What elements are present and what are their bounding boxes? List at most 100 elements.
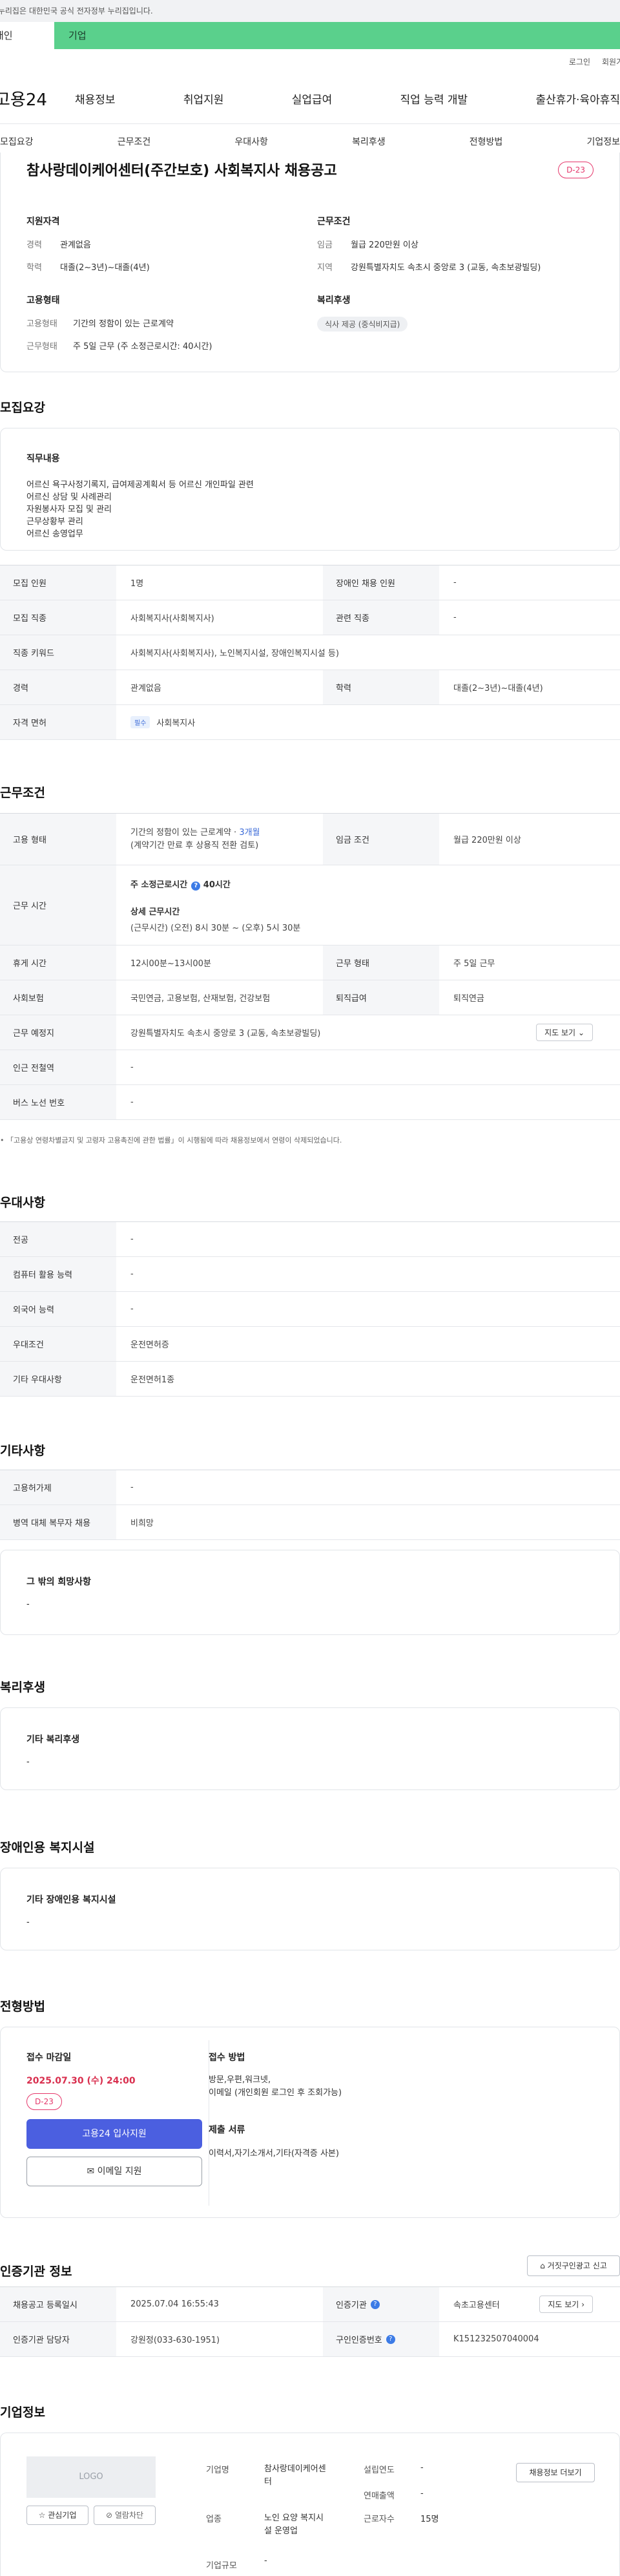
break-value: 12시00분~13시00분	[130, 959, 211, 969]
company-size-value: -	[264, 2556, 267, 2566]
age-law-note: • 「고용상 연령차별금지 및 고령자 고용촉진에 관한 법률」이 시행됨에 따…	[0, 1136, 342, 1145]
worktype-value: 주 5일 근무 (주 소정근로시간: 40시간)	[73, 342, 212, 352]
region-label: 지역	[317, 263, 333, 273]
help-icon[interactable]: ?	[191, 881, 201, 891]
menu-item-training[interactable]: 직업 능력 개발	[400, 90, 468, 107]
education-value: 대졸(2~3년)~대졸(4년)	[453, 684, 543, 693]
table-row: 사회보험 국민연금, 고용보험, 산재보험, 건강보험 퇴직급여 퇴직연금	[0, 980, 620, 1015]
join-link[interactable]: 회원가입	[602, 56, 620, 67]
worktype-value: 주 5일 근무	[453, 959, 495, 969]
tab-preference[interactable]: 우대사항	[234, 135, 268, 148]
welfare-box-value: -	[26, 1757, 30, 1767]
map-button[interactable]: 지도 보기 ⌄	[536, 1024, 593, 1041]
license-value: 사회복지사	[156, 719, 196, 728]
help-icon[interactable]: ?	[370, 2299, 380, 2309]
disabled-facility-section-title: 장애인용 복지시설	[0, 1841, 95, 1855]
preference-table: 전공 - 컴퓨터 활용 능력 - 외국어 능력 - 우대조건 운전면허증 기타 우대사항…	[0, 1221, 620, 1397]
emptype-label: 고용 형태	[0, 814, 116, 865]
career-label: 경력	[26, 240, 42, 250]
help-icon[interactable]: ?	[386, 2334, 395, 2344]
language-value: -	[130, 1304, 134, 1314]
related-label: 관련 직종	[323, 600, 439, 635]
conditions-heading: 근무조건	[317, 216, 351, 227]
apply-button[interactable]: 고용24 입사지원	[26, 2119, 202, 2149]
computer-value: -	[130, 1269, 134, 1279]
tab-selection[interactable]: 전형방법	[470, 135, 503, 148]
emptype-value: 기간의 정함이 있는 근로계약	[73, 319, 174, 329]
wage-value: 월급 220만원 이상	[351, 240, 418, 250]
cert-table: 채용공고 등록일시 2025.07.04 16:55:43 인증기관? 속초고용…	[0, 2286, 620, 2357]
company-size-label: 기업규모	[206, 2561, 237, 2571]
tab-individual[interactable]: 개인	[0, 22, 54, 49]
cert-org-cell: 속초고용센터 지도 보기 ›	[439, 2287, 620, 2321]
tab-recruit[interactable]: 모집요강	[0, 135, 34, 148]
table-row: 고용 형태 기간의 정함이 있는 근로계약 · 3개월 (계약기간 만료 후 상…	[0, 814, 620, 865]
license-label: 자격 면허	[0, 705, 116, 739]
founded-label: 설립연도	[364, 2465, 395, 2475]
license-cell: 필수 사회복지사	[116, 705, 620, 739]
cert-section-title: 인증기관 정보	[0, 2265, 72, 2279]
industry-value: 노인 요양 복지시 설 운영업	[264, 2513, 324, 2536]
site-logo[interactable]: 고용24	[0, 87, 66, 111]
block-view-button[interactable]: ⊘ 열람차단	[94, 2506, 156, 2525]
gov-notice-bar: 이 누리집은 대한민국 공식 전자정부 누리집입니다.	[0, 0, 620, 22]
map-button[interactable]: 지도 보기 ›	[539, 2296, 593, 2313]
home-icon: ⌂	[540, 2261, 545, 2270]
menu-item-jobs[interactable]: 채용정보	[75, 90, 116, 107]
email-apply-button[interactable]: ✉ 이메일 지원	[26, 2157, 202, 2186]
job-summary-card: 참사랑데이케어센터(주간보호) 사회복지사 채용공고 D-23 지원자격 경력 관…	[0, 153, 620, 372]
login-link[interactable]: 로그인	[569, 56, 590, 67]
pref-condition-value: 운전면허증	[130, 1340, 169, 1350]
menu-item-maternity-leave[interactable]: 출산휴가·육아휴직	[535, 90, 620, 107]
insurance-value: 국민연금, 고용보험, 산재보험, 건강보험	[130, 994, 271, 1004]
selection-section-title: 전형방법	[0, 2000, 45, 2014]
emptype-value: 기간의 정함이 있는 근로계약 ·	[130, 827, 240, 838]
interest-company-button[interactable]: ☆ 관심기업	[26, 2506, 88, 2525]
welfare-heading: 복리후생	[317, 295, 351, 306]
selection-box: 접수 마감일 2025.07.30 (수) 24:00 D-23 고용24 입사…	[0, 2027, 620, 2218]
tab-welfare[interactable]: 복리후생	[352, 135, 386, 148]
employees-label: 근로자수	[364, 2515, 395, 2524]
qualification-heading: 지원자격	[26, 216, 60, 227]
disabled-facility-box: 기타 장애인용 복지시설 -	[0, 1868, 620, 1950]
wish-value: -	[26, 1599, 30, 1609]
tab-conditions[interactable]: 근무조건	[118, 135, 151, 148]
education-label: 학력	[323, 670, 439, 704]
table-row: 자격 면허 필수 사회복지사	[0, 705, 620, 740]
major-value: -	[130, 1234, 134, 1244]
table-row: 버스 노선 번호 -	[0, 1085, 620, 1120]
tab-company[interactable]: 기업정보	[586, 135, 620, 148]
pref-condition-label: 우대조건	[0, 1327, 116, 1361]
menu-item-employment-support[interactable]: 취업지원	[183, 90, 224, 107]
tab-business[interactable]: 기업	[54, 22, 620, 49]
menu-item-unemployment-benefit[interactable]: 실업급여	[292, 90, 333, 107]
utility-links: 로그인 회원가입	[0, 49, 620, 74]
user-type-tabs: 개인 기업	[0, 22, 620, 49]
job-label: 모집 직종	[0, 600, 116, 635]
employees-value: 15명	[420, 2515, 439, 2524]
pref-etc-label: 기타 우대사항	[0, 1362, 116, 1396]
workplace-cell: 강원특별자치도 속초시 중앙로 3 (교동, 속초보광빌딩) 지도 보기 ⌄	[116, 1015, 620, 1050]
registered-label: 채용공고 등록일시	[0, 2287, 116, 2321]
duty-line: 어르신 상담 및 사례관리	[26, 492, 112, 502]
required-badge: 필수	[130, 716, 150, 728]
bus-label: 버스 노선 번호	[0, 1085, 116, 1119]
cert-number-label: 구인인증번호?	[323, 2322, 439, 2356]
preference-section-title: 우대사항	[0, 1196, 45, 1210]
more-jobs-button[interactable]: 채용정보 더보기	[516, 2463, 595, 2482]
conditions-section-title: 근무조건	[0, 786, 45, 800]
etc-section-title: 기타사항	[0, 1444, 45, 1458]
company-name-value: 참사랑데이케어센 터	[264, 2464, 326, 2487]
report-fake-ad-button[interactable]: ⌂ 거짓구인광고 신고	[527, 2255, 620, 2276]
hours-cell: 주 소정근로시간? 40시간 상세 근무시간 (근무시간) (오전) 8시 30…	[116, 865, 620, 945]
company-logo-placeholder: LOGO	[26, 2456, 156, 2498]
duty-heading: 직무내용	[26, 454, 60, 464]
table-row: 채용공고 등록일시 2025.07.04 16:55:43 인증기관? 속초고용…	[0, 2287, 620, 2322]
keyword-label: 직종 키워드	[0, 635, 116, 670]
welfare-box: 기타 복리후생 -	[0, 1707, 620, 1790]
education-value: 대졸(2~3년)~대졸(4년)	[60, 263, 150, 273]
contract-months: 3개월	[239, 827, 260, 838]
table-row: 인근 전철역 -	[0, 1050, 620, 1085]
method-value-2: 이메일 (개인회원 로그인 후 조회가능)	[209, 2088, 342, 2098]
wage-label: 임금 조건	[323, 814, 439, 865]
